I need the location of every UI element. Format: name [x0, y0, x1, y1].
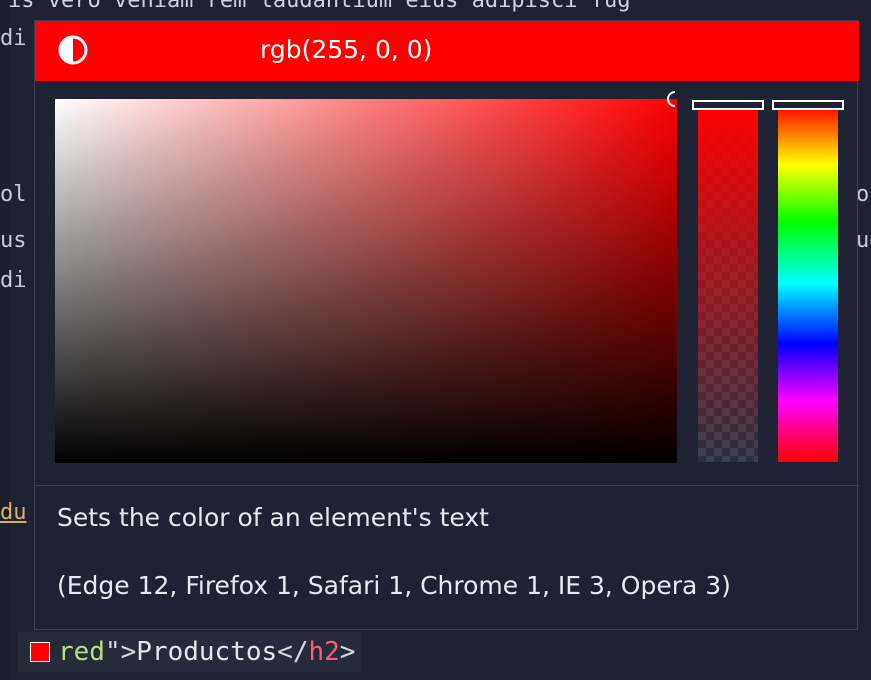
saturation-brightness-area[interactable]: [55, 99, 677, 463]
css-value-token: red: [58, 637, 105, 667]
code-fragment: ol: [0, 182, 27, 207]
element-text-token: Productos: [136, 637, 278, 667]
opacity-slider[interactable]: [698, 104, 758, 462]
tag-close-token: >: [339, 637, 356, 667]
code-line-current[interactable]: red "> Productos </ h2 >: [18, 632, 362, 672]
browser-compatibility: (Edge 12, Firefox 1, Safari 1, Chrome 1,…: [57, 571, 731, 600]
opacity-slider-handle[interactable]: [692, 100, 764, 110]
code-fragment: us: [0, 228, 27, 253]
hue-slider[interactable]: [778, 104, 838, 462]
color-picker-header[interactable]: rgb(255, 0, 0): [35, 21, 859, 81]
code-fragment-highlighted: du: [0, 500, 27, 525]
divider: [35, 485, 859, 486]
tag-open-token: </: [277, 637, 309, 667]
editor-gutter: [0, 0, 10, 680]
property-description: Sets the color of an element's text: [57, 503, 489, 532]
code-fragment: di: [0, 268, 27, 293]
color-swatch[interactable]: [30, 642, 50, 662]
color-value-text[interactable]: rgb(255, 0, 0): [260, 35, 432, 64]
tag-name-token: h2: [308, 637, 340, 667]
code-fragment: or: [856, 182, 871, 207]
quote-token: ">: [104, 637, 137, 667]
code-fragment: ug: [856, 228, 871, 253]
code-line-top: is vero veniam rem laudantium eius adipi…: [8, 0, 631, 13]
contrast-icon[interactable]: [57, 34, 89, 66]
hue-slider-handle[interactable]: [772, 100, 844, 110]
color-picker-popup: rgb(255, 0, 0) Sets the color of an elem…: [34, 20, 859, 630]
code-fragment: di: [0, 26, 27, 51]
